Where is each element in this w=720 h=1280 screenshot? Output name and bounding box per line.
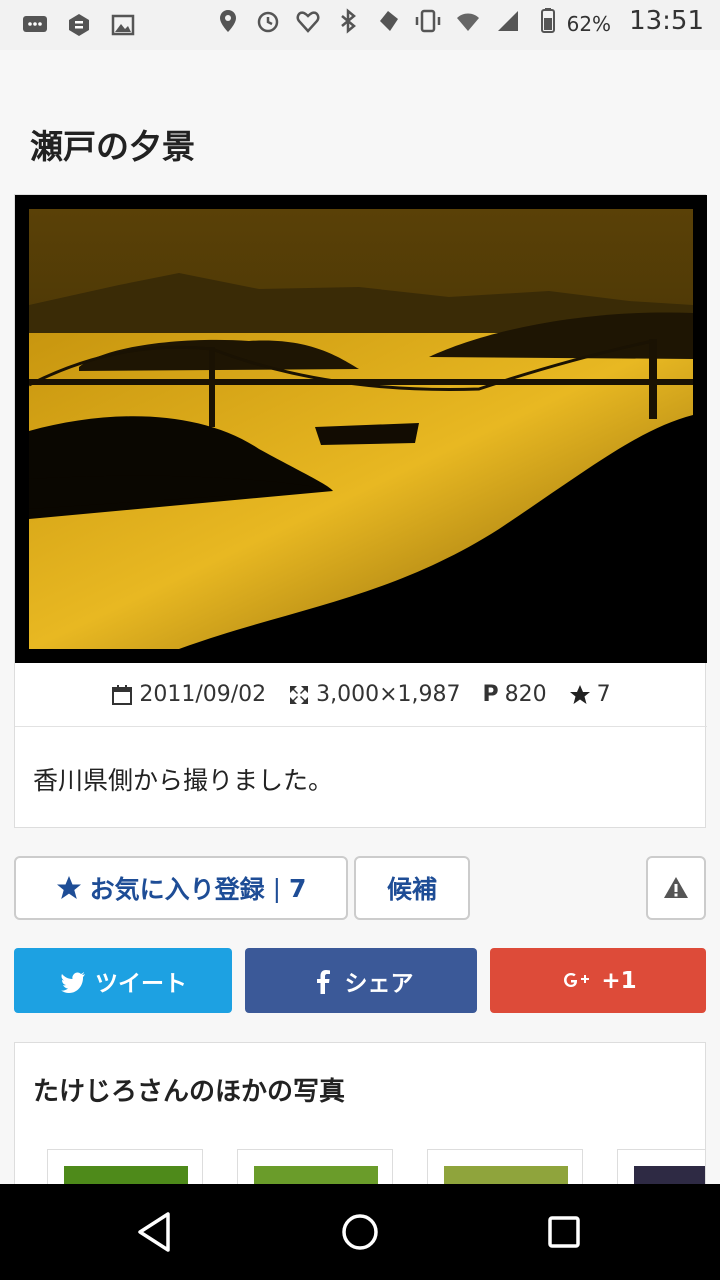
sunset-photo <box>29 209 693 649</box>
points-item: P 820 <box>483 682 547 707</box>
home-button[interactable] <box>334 1206 386 1258</box>
star-icon <box>56 876 81 899</box>
facebook-icon <box>316 969 330 994</box>
date-item: 2011/09/02 <box>111 682 266 707</box>
app-icon <box>64 10 94 40</box>
status-bar: 62% 13:51 <box>0 0 720 50</box>
navigation-bar <box>0 1184 720 1280</box>
alarm-icon <box>253 6 283 36</box>
tweet-button[interactable]: ツイート <box>14 948 232 1013</box>
other-photos-title: たけじろさんのほかの写真 <box>33 1077 346 1107</box>
star-icon <box>569 684 590 704</box>
favorite-button[interactable]: お気に入り登録 | 7 <box>14 856 348 920</box>
wifi-icon <box>453 6 483 36</box>
vibrate-icon <box>413 6 443 36</box>
photo-date: 2011/09/02 <box>139 682 267 707</box>
tweet-label: ツイート <box>95 970 187 997</box>
photo-description: 香川県側から撮りました。 <box>33 766 334 795</box>
photo-stars: 7 <box>596 682 611 707</box>
google-plus-icon <box>564 972 590 987</box>
favorite-label: お気に入り登録 <box>89 875 265 904</box>
facebook-label: シェア <box>344 970 414 997</box>
location-icon <box>213 6 243 36</box>
facebook-share-button[interactable]: シェア <box>245 948 477 1013</box>
photo-points: 820 <box>504 682 547 707</box>
favorite-count: 7 <box>289 873 307 903</box>
image-icon <box>108 10 138 40</box>
points-label: P <box>482 682 499 707</box>
expand-icon <box>290 685 309 704</box>
twitter-icon <box>61 971 85 993</box>
photo-dimensions: 3,000×1,987 <box>316 682 461 707</box>
other-photos-section: たけじろさんのほかの写真 <box>14 1042 706 1202</box>
back-icon <box>138 1212 170 1252</box>
signal-icon <box>493 6 523 36</box>
battery-icon <box>533 6 563 36</box>
message-icon <box>20 10 50 40</box>
photo-meta: 2011/09/02 3,000×1,987 P 820 7 <box>15 663 707 727</box>
recent-apps-button[interactable] <box>538 1206 590 1258</box>
action-bar: お気に入り登録 | 7 候補 <box>14 856 706 920</box>
heart-icon <box>293 6 323 36</box>
home-icon <box>342 1214 378 1250</box>
google-plus-label: +1 <box>601 967 637 994</box>
candidate-button[interactable]: 候補 <box>354 856 470 920</box>
report-button[interactable] <box>646 856 706 920</box>
favorite-separator: | <box>272 873 282 903</box>
candidate-label: 候補 <box>386 875 437 904</box>
size-item: 3,000×1,987 <box>288 682 461 707</box>
page-title: 瀬戸の夕景 <box>30 127 195 166</box>
warning-icon <box>664 877 688 898</box>
battery-percent: 62% <box>566 12 612 36</box>
google-plus-button[interactable]: +1 <box>490 948 706 1013</box>
stars-item: 7 <box>569 682 611 707</box>
share-bar: ツイート シェア +1 <box>14 948 706 1013</box>
recent-apps-icon <box>548 1216 580 1248</box>
photo-frame[interactable] <box>15 195 707 663</box>
calendar-icon <box>112 684 133 705</box>
page-content: 瀬戸の夕景 2011/09/02 3,000×1,987 P 820 7 香川県… <box>0 66 720 1202</box>
photo-card: 2011/09/02 3,000×1,987 P 820 7 香川県側から撮りま… <box>14 194 707 828</box>
bluetooth-icon <box>333 6 363 36</box>
power-icon <box>373 6 403 36</box>
back-button[interactable] <box>130 1206 182 1258</box>
clock: 13:51 <box>629 6 704 36</box>
